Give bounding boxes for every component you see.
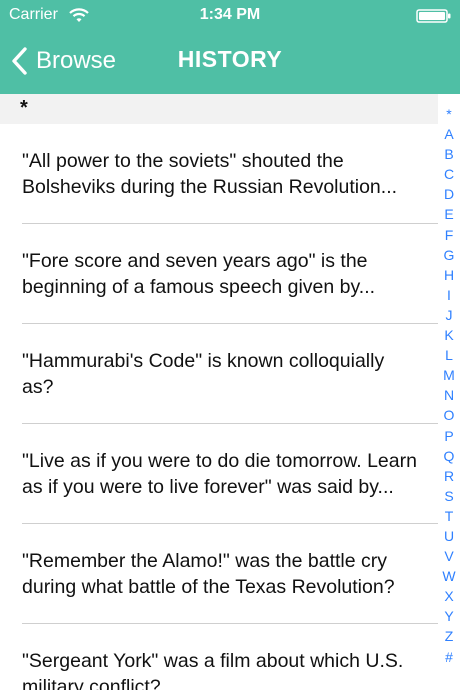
index-item-x[interactable]: X [444,586,453,606]
index-item-n[interactable]: N [444,385,454,405]
index-item-s[interactable]: S [444,486,453,506]
navigation-bar: Browse HISTORY [0,30,460,94]
index-item-g[interactable]: G [444,245,455,265]
index-item-d[interactable]: D [444,184,454,204]
list-item[interactable]: "Hammurabi's Code" is known colloquially… [0,324,438,424]
page-title: HISTORY [177,46,283,72]
list-item-text: "Fore score and seven years ago" is the … [22,250,376,298]
index-item-i[interactable]: I [447,285,451,305]
list-item[interactable]: "Remember the Alamo!" was the battle cry… [0,524,438,624]
index-item-h[interactable]: H [444,265,454,285]
index-item-l[interactable]: L [445,345,453,365]
status-bar: Carrier 1:34 PM [0,0,460,30]
index-item-j[interactable]: J [446,305,453,325]
index-item-t[interactable]: T [445,506,454,526]
battery-icon [416,9,451,23]
index-item-e[interactable]: E [444,204,453,224]
list-item-text: "Remember the Alamo!" was the battle cry… [22,550,395,598]
index-item-r[interactable]: R [444,466,454,486]
index-item-f[interactable]: F [445,225,454,245]
index-item-u[interactable]: U [444,526,454,546]
list-item-text: "All power to the soviets" shouted the B… [22,150,398,198]
list-item[interactable]: "Live as if you were to do die tomorrow.… [0,424,438,524]
index-item-y[interactable]: Y [444,606,453,626]
index-item-hash[interactable]: # [445,647,453,667]
index-item-m[interactable]: M [443,365,455,385]
list-item-text: "Sergeant York" was a film about which U… [22,650,404,690]
index-item-b[interactable]: B [444,144,453,164]
app-header: Carrier 1:34 PM Browse HISTORY [0,0,460,94]
list-item[interactable]: "Sergeant York" was a film about which U… [0,624,438,690]
index-item-w[interactable]: W [442,566,455,586]
section-header-label: * [20,97,28,119]
list-item[interactable]: "Fore score and seven years ago" is the … [0,224,438,324]
index-item-a[interactable]: A [444,124,453,144]
status-time: 1:34 PM [199,6,261,23]
list-item-text: "Live as if you were to do die tomorrow.… [22,450,417,498]
index-item-v[interactable]: V [444,546,453,566]
section-index[interactable]: * A B C D E F G H I J K L M N O P Q R S … [438,104,460,670]
list-item[interactable]: "All power to the soviets" shouted the B… [0,124,438,224]
index-item-p[interactable]: P [444,426,453,446]
index-item-c[interactable]: C [444,164,454,184]
index-item-k[interactable]: K [444,325,453,345]
question-list[interactable]: "All power to the soviets" shouted the B… [0,124,438,690]
index-item-o[interactable]: O [444,405,455,425]
index-item-z[interactable]: Z [445,626,454,646]
list-item-text: "Hammurabi's Code" is known colloquially… [22,350,385,398]
section-header: * [0,94,438,124]
index-item-q[interactable]: Q [444,446,455,466]
index-item-star[interactable]: * [446,104,451,124]
